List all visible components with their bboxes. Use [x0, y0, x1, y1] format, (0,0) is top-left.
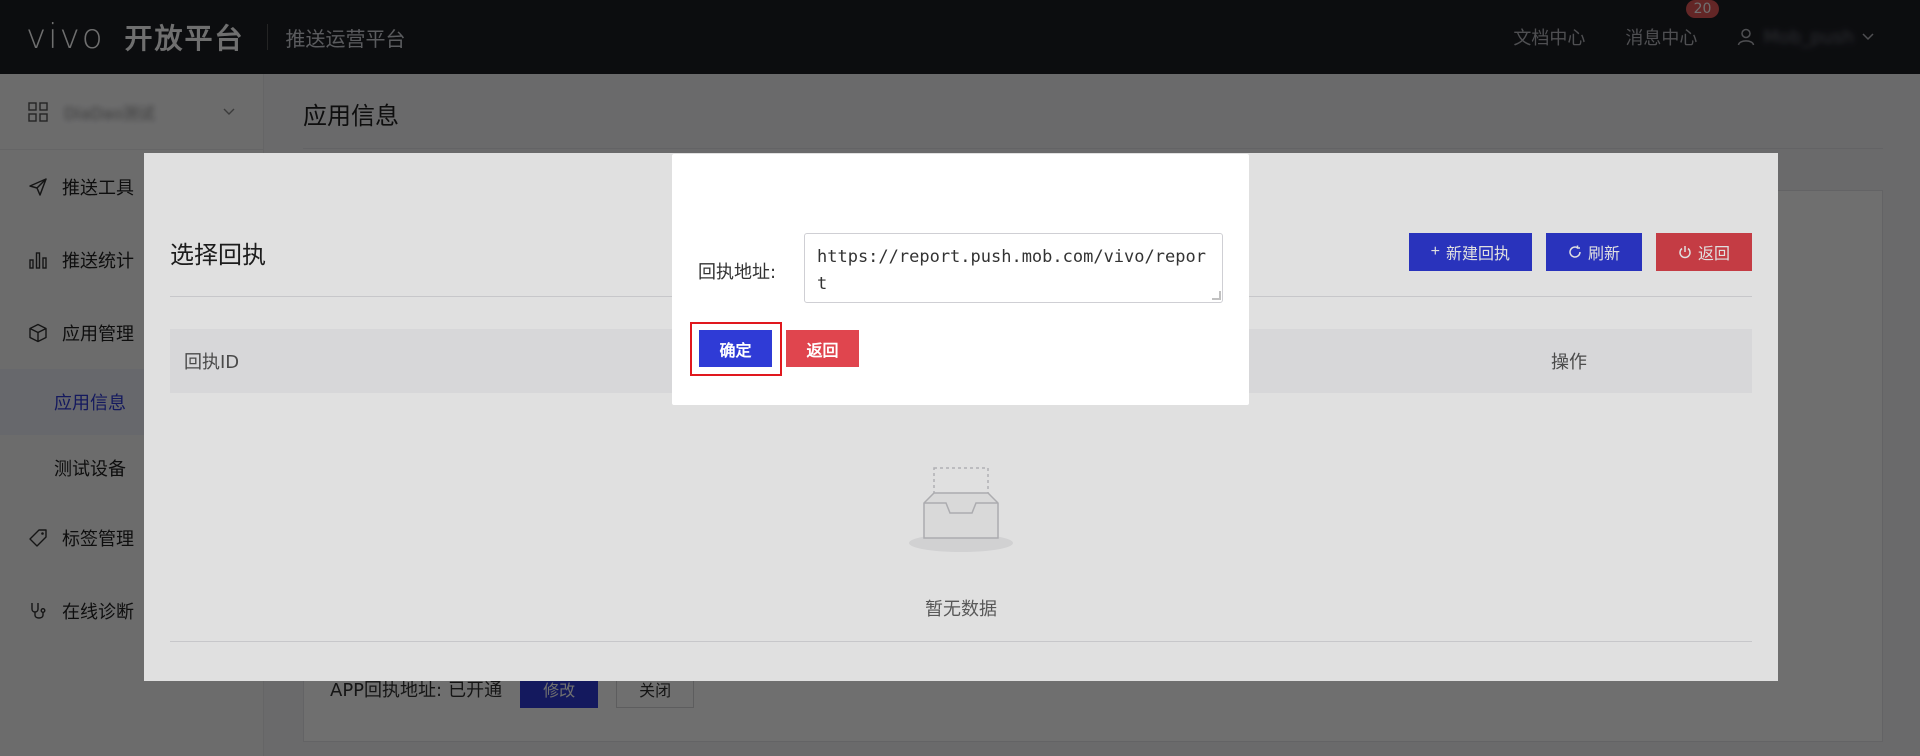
dialog-back-button[interactable]: 返回 [786, 330, 859, 367]
confirm-button[interactable]: 确定 [699, 330, 772, 367]
callback-url-label: 回执地址: [698, 262, 777, 283]
textarea-resize-handle[interactable] [1212, 291, 1221, 300]
callback-url-dialog: 回执地址: https://report.push.mob.com/vivo/r… [672, 154, 1249, 405]
callback-url-textarea[interactable]: https://report.push.mob.com/vivo/report [804, 233, 1223, 303]
